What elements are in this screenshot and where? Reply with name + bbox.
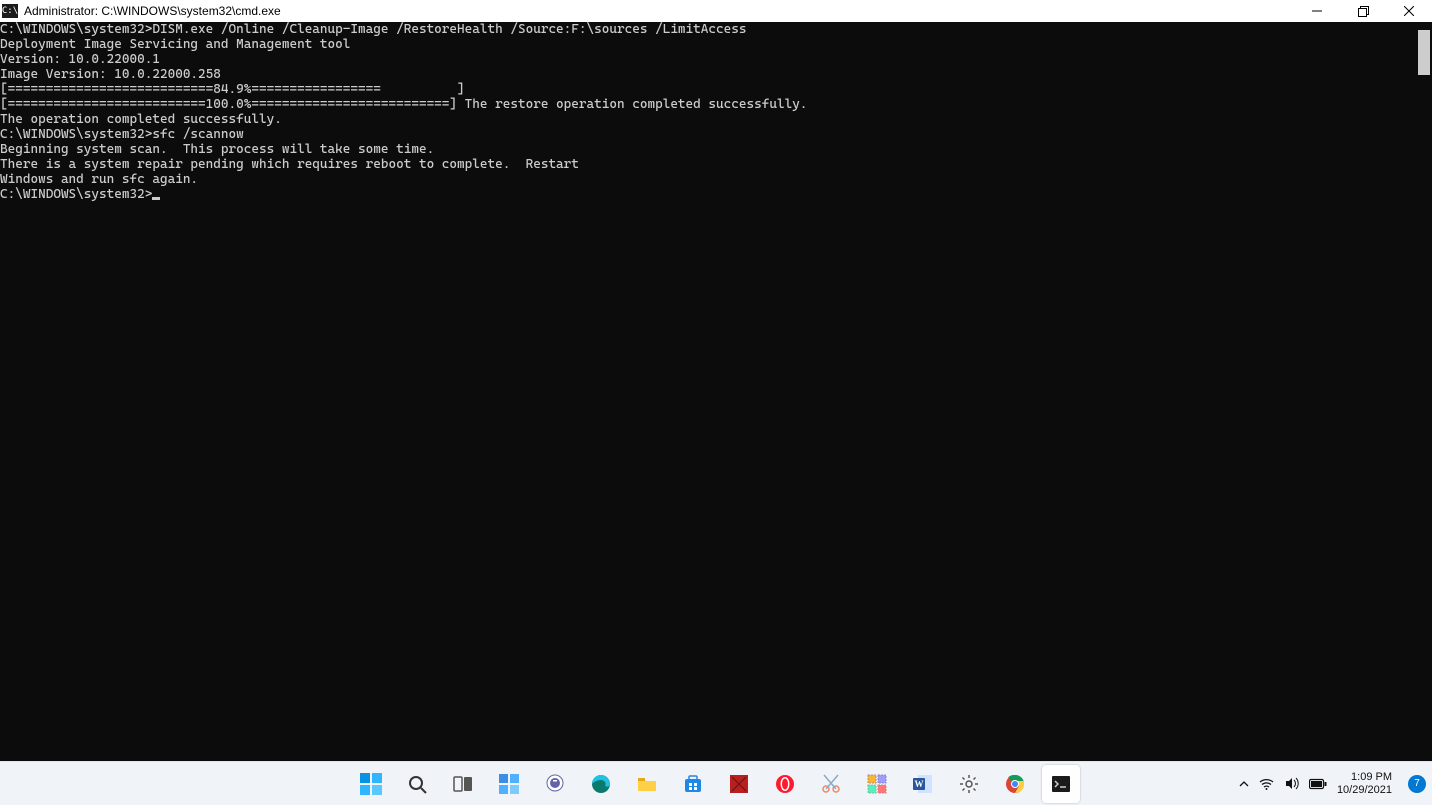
terminal-line: There is a system repair pending which r… [0, 157, 1416, 172]
cmd-icon: C:\ [2, 4, 18, 18]
widgets-icon [498, 773, 520, 795]
svg-text:W: W [915, 779, 924, 789]
app-red-icon [728, 773, 750, 795]
store-icon [682, 773, 704, 795]
battery-icon[interactable] [1309, 778, 1327, 790]
taskbar-item-chrome[interactable] [996, 765, 1034, 803]
close-icon [1404, 6, 1414, 16]
taskbar-item-app-grid[interactable] [858, 765, 896, 803]
window-title: Administrator: C:\WINDOWS\system32\cmd.e… [24, 4, 1294, 18]
cmd-window: C:\ Administrator: C:\WINDOWS\system32\c… [0, 0, 1432, 761]
scrollbar[interactable] [1416, 22, 1432, 761]
taskbar-item-chat[interactable] [536, 765, 574, 803]
taskbar-item-cmd[interactable] [1042, 765, 1080, 803]
chevron-up-icon [1239, 779, 1249, 789]
scrollbar-thumb[interactable] [1418, 30, 1430, 75]
taskbar: W [0, 761, 1432, 805]
notifications-badge[interactable]: 7 [1408, 775, 1426, 793]
edge-icon [590, 773, 612, 795]
taskbar-item-microsoft-store[interactable] [674, 765, 712, 803]
terminal-line: C:\WINDOWS\system32>DISM.exe /Online /Cl… [0, 22, 1416, 37]
clock[interactable]: 1:09 PM 10/29/2021 [1337, 771, 1392, 797]
terminal-icon [1050, 773, 1072, 795]
taskbar-item-edge[interactable] [582, 765, 620, 803]
terminal-output[interactable]: C:\WINDOWS\system32>DISM.exe /Online /Cl… [0, 22, 1416, 761]
file-explorer-icon [636, 773, 658, 795]
app-grid-icon [866, 773, 888, 795]
taskbar-item-start[interactable] [352, 765, 390, 803]
restore-icon [1358, 6, 1369, 17]
terminal-line: Beginning system scan. This process will… [0, 142, 1416, 157]
system-tray: 1:09 PM 10/29/2021 7 [1239, 771, 1426, 797]
task-view-icon [452, 773, 474, 795]
settings-icon [958, 773, 980, 795]
start-icon [360, 773, 382, 795]
wifi-icon[interactable] [1259, 776, 1274, 791]
tray-overflow[interactable] [1239, 779, 1249, 789]
terminal-line: [==========================100.0%=======… [0, 97, 1416, 112]
taskbar-item-settings[interactable] [950, 765, 988, 803]
volume-icon[interactable] [1284, 776, 1299, 791]
terminal-line: C:\WINDOWS\system32>sfc /scannow [0, 127, 1416, 142]
chat-icon [544, 773, 566, 795]
snip-icon [820, 773, 842, 795]
terminal-line: Image Version: 10.0.22000.258 [0, 67, 1416, 82]
opera-icon [774, 773, 796, 795]
cursor [152, 197, 160, 200]
terminal-line: Version: 10.0.22000.1 [0, 52, 1416, 67]
chrome-icon [1004, 773, 1026, 795]
terminal-line: Deployment Image Servicing and Managemen… [0, 37, 1416, 52]
taskbar-item-opera[interactable] [766, 765, 804, 803]
terminal-line: C:\WINDOWS\system32> [0, 187, 1416, 202]
taskbar-center: W [352, 765, 1080, 803]
minimize-icon [1312, 6, 1322, 16]
search-icon [406, 773, 428, 795]
taskbar-item-search[interactable] [398, 765, 436, 803]
taskbar-item-word[interactable]: W [904, 765, 942, 803]
terminal-line: The operation completed successfully. [0, 112, 1416, 127]
taskbar-item-task-view[interactable] [444, 765, 482, 803]
clock-time: 1:09 PM [1337, 771, 1392, 784]
taskbar-item-file-explorer[interactable] [628, 765, 666, 803]
taskbar-item-app-red[interactable] [720, 765, 758, 803]
maximize-button[interactable] [1340, 0, 1386, 22]
terminal-line: [===========================84.9%=======… [0, 82, 1416, 97]
minimize-button[interactable] [1294, 0, 1340, 22]
titlebar[interactable]: C:\ Administrator: C:\WINDOWS\system32\c… [0, 0, 1432, 22]
word-icon: W [912, 773, 934, 795]
taskbar-item-widgets[interactable] [490, 765, 528, 803]
terminal-line: Windows and run sfc again. [0, 172, 1416, 187]
taskbar-item-snip[interactable] [812, 765, 850, 803]
clock-date: 10/29/2021 [1337, 784, 1392, 797]
close-button[interactable] [1386, 0, 1432, 22]
window-controls [1294, 0, 1432, 22]
